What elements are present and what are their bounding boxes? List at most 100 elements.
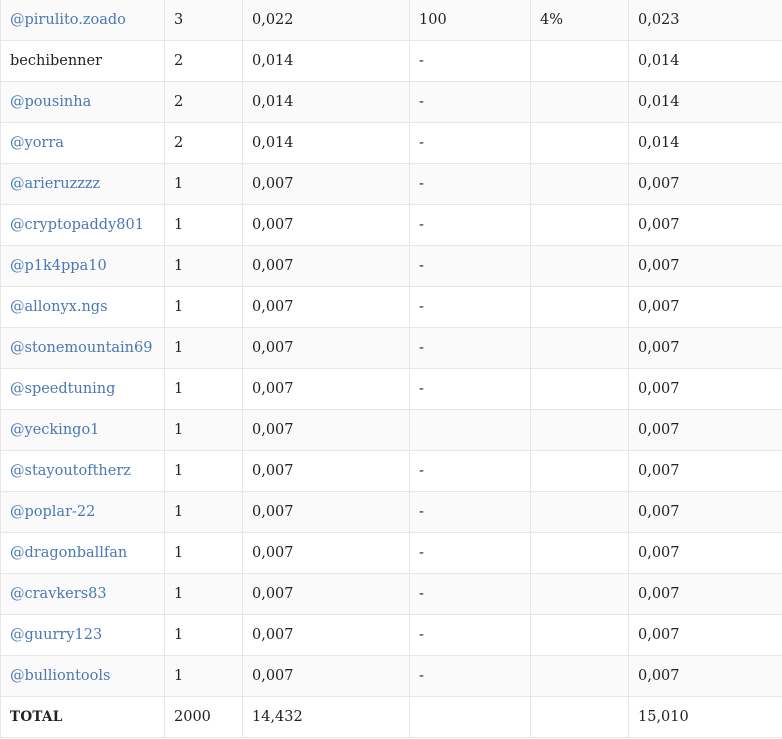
col4-cell: - — [409, 491, 531, 533]
count-cell: 3 — [164, 0, 243, 41]
count-cell: 1 — [164, 163, 243, 205]
user-link[interactable]: @allonyx.ngs — [0, 286, 165, 328]
table-row: @cravkers83 1 0,007-0,007 — [0, 573, 782, 615]
table-row: @arieruzzzz 1 0,007-0,007 — [0, 163, 782, 205]
user-link[interactable]: @dragonballfan — [0, 532, 165, 574]
final-cell: 0,007 — [628, 573, 782, 615]
col4-cell: - — [409, 40, 531, 82]
col5-cell — [530, 409, 629, 451]
table-row: @pousinha 2 0,014-0,014 — [0, 81, 782, 123]
table-row: @stayoutoftherz 1 0,007-0,007 — [0, 450, 782, 492]
user-link[interactable]: @pousinha — [0, 81, 165, 123]
value-cell: 0,007 — [242, 409, 410, 451]
user-link[interactable]: @poplar-22 — [0, 491, 165, 533]
col5-cell — [530, 573, 629, 615]
value-cell: 0,022 — [242, 0, 410, 41]
col5-cell — [530, 491, 629, 533]
table-row: @dragonballfan 1 0,007-0,007 — [0, 532, 782, 574]
table-row: @stonemountain69 1 0,007-0,007 — [0, 327, 782, 369]
table-row: @guurry123 1 0,007-0,007 — [0, 614, 782, 656]
count-cell: 1 — [164, 245, 243, 287]
user-link[interactable]: @yeckingo1 — [0, 409, 165, 451]
user-link[interactable]: @cryptopaddy801 — [0, 204, 165, 246]
value-cell: 0,007 — [242, 532, 410, 574]
col5-cell — [530, 245, 629, 287]
total-final-cell: 15,010 — [628, 696, 782, 738]
final-cell: 0,007 — [628, 532, 782, 574]
col4-cell: - — [409, 245, 531, 287]
final-cell: 0,007 — [628, 655, 782, 697]
user-link[interactable]: @yorra — [0, 122, 165, 164]
count-cell: 1 — [164, 491, 243, 533]
value-cell: 0,014 — [242, 81, 410, 123]
col5-cell — [530, 368, 629, 410]
count-cell: 1 — [164, 204, 243, 246]
user-link[interactable]: @stonemountain69 — [0, 327, 165, 369]
col4-cell: - — [409, 655, 531, 697]
count-cell: 2 — [164, 122, 243, 164]
count-cell: 1 — [164, 655, 243, 697]
user-link[interactable]: @stayoutoftherz — [0, 450, 165, 492]
final-cell: 0,007 — [628, 491, 782, 533]
col5-cell — [530, 655, 629, 697]
final-cell: 0,007 — [628, 327, 782, 369]
user-link[interactable]: @p1k4ppa10 — [0, 245, 165, 287]
count-cell: 1 — [164, 614, 243, 656]
col4-cell: - — [409, 573, 531, 615]
table-row: @poplar-22 1 0,007-0,007 — [0, 491, 782, 533]
col5-cell — [530, 40, 629, 82]
table-row: @pirulito.zoado 3 0,022 100 4% 0,023 — [0, 0, 782, 41]
table-row: bechibenner 2 0,014-0,014 — [0, 40, 782, 82]
col4-cell: - — [409, 327, 531, 369]
user-link[interactable]: @bulliontools — [0, 655, 165, 697]
count-cell: 1 — [164, 532, 243, 574]
col5-cell — [530, 204, 629, 246]
col4-cell: - — [409, 368, 531, 410]
table-row: @yeckingo1 1 0,007 0,007 — [0, 409, 782, 451]
value-cell: 0,007 — [242, 491, 410, 533]
col5-cell — [530, 450, 629, 492]
value-cell: 0,007 — [242, 204, 410, 246]
col5-cell — [530, 614, 629, 656]
value-cell: 0,007 — [242, 614, 410, 656]
value-cell: 0,007 — [242, 327, 410, 369]
user-link[interactable]: @pirulito.zoado — [0, 0, 165, 41]
col4-cell: - — [409, 163, 531, 205]
table-row: @cryptopaddy801 1 0,007-0,007 — [0, 204, 782, 246]
value-cell: 0,007 — [242, 573, 410, 615]
total-label: TOTAL — [0, 696, 165, 738]
table-row: @yorra 2 0,014-0,014 — [0, 122, 782, 164]
final-cell: 0,007 — [628, 368, 782, 410]
user-link[interactable]: @speedtuning — [0, 368, 165, 410]
value-cell: 0,007 — [242, 368, 410, 410]
count-cell: 1 — [164, 450, 243, 492]
value-cell: 0,014 — [242, 122, 410, 164]
col4-cell: 100 — [409, 0, 531, 41]
table-row: @bulliontools 1 0,007-0,007 — [0, 655, 782, 697]
count-cell: 1 — [164, 368, 243, 410]
user-link[interactable]: @arieruzzzz — [0, 163, 165, 205]
final-cell: 0,007 — [628, 163, 782, 205]
col4-cell: - — [409, 122, 531, 164]
user-link[interactable]: @cravkers83 — [0, 573, 165, 615]
total-count-cell: 2000 — [164, 696, 243, 738]
count-cell: 1 — [164, 573, 243, 615]
user-link[interactable]: @guurry123 — [0, 614, 165, 656]
col4-cell: - — [409, 286, 531, 328]
col4-cell: - — [409, 204, 531, 246]
col4-cell — [409, 409, 531, 451]
total-row: TOTAL 2000 14,432 15,010 — [0, 696, 782, 738]
final-cell: 0,014 — [628, 40, 782, 82]
final-cell: 0,007 — [628, 245, 782, 287]
final-cell: 0,007 — [628, 450, 782, 492]
col5-cell — [530, 286, 629, 328]
table-row: @allonyx.ngs 1 0,007-0,007 — [0, 286, 782, 328]
total-col4-cell — [409, 696, 531, 738]
final-cell: 0,023 — [628, 0, 782, 41]
col4-cell: - — [409, 81, 531, 123]
value-cell: 0,007 — [242, 163, 410, 205]
col4-cell: - — [409, 450, 531, 492]
col4-cell: - — [409, 614, 531, 656]
count-cell: 1 — [164, 327, 243, 369]
col4-cell: - — [409, 532, 531, 574]
